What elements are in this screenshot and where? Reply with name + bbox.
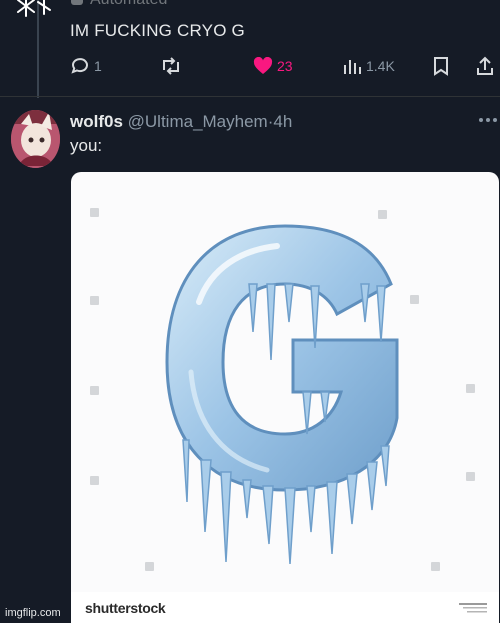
user-handle[interactable]: @Ultima_Mayhem xyxy=(128,112,268,131)
robot-icon xyxy=(71,0,83,5)
reply-button[interactable]: 1 xyxy=(70,52,102,80)
tweet-media-image[interactable]: shutterstock xyxy=(71,172,499,623)
shutterstock-bar: shutterstock xyxy=(71,592,499,623)
tweet-time[interactable]: 4h xyxy=(273,112,292,131)
reply-text: you: xyxy=(70,136,103,155)
retweet-button[interactable] xyxy=(160,52,182,80)
share-icon xyxy=(477,56,493,75)
reply-icon xyxy=(71,58,88,74)
snowflake-avatar[interactable] xyxy=(14,0,54,18)
user-avatar[interactable] xyxy=(11,110,60,168)
automated-text: Automated xyxy=(90,0,167,9)
image-id-lines xyxy=(459,603,487,613)
tweet-text: IM FUCKING CRYO G xyxy=(70,21,245,40)
ice-letter-g xyxy=(165,224,399,565)
tweet-actions-bar: 1 23 1.4K xyxy=(70,52,500,80)
avatar-art xyxy=(11,110,60,168)
retweet-icon xyxy=(163,57,179,75)
display-name[interactable]: wolf0s xyxy=(70,112,123,131)
reply-header: wolf0s @Ultima_Mayhem·4h xyxy=(70,112,292,132)
shutterstock-logo: shutterstock xyxy=(85,600,166,616)
views-count: 1.4K xyxy=(366,58,395,74)
views-button[interactable]: 1.4K xyxy=(342,52,395,80)
heart-icon xyxy=(253,57,273,74)
tweet-divider xyxy=(0,96,500,97)
bookmark-button[interactable] xyxy=(432,52,450,80)
bookmark-icon xyxy=(434,57,448,76)
like-button[interactable]: 23 xyxy=(253,52,293,80)
reply-count: 1 xyxy=(94,58,102,74)
more-options-icon[interactable] xyxy=(478,116,498,124)
like-count: 23 xyxy=(277,58,293,74)
share-button[interactable] xyxy=(476,52,494,80)
views-chart-icon xyxy=(344,60,361,74)
automated-label: Automated xyxy=(70,0,167,9)
imgflip-watermark: imgflip.com xyxy=(5,607,61,619)
